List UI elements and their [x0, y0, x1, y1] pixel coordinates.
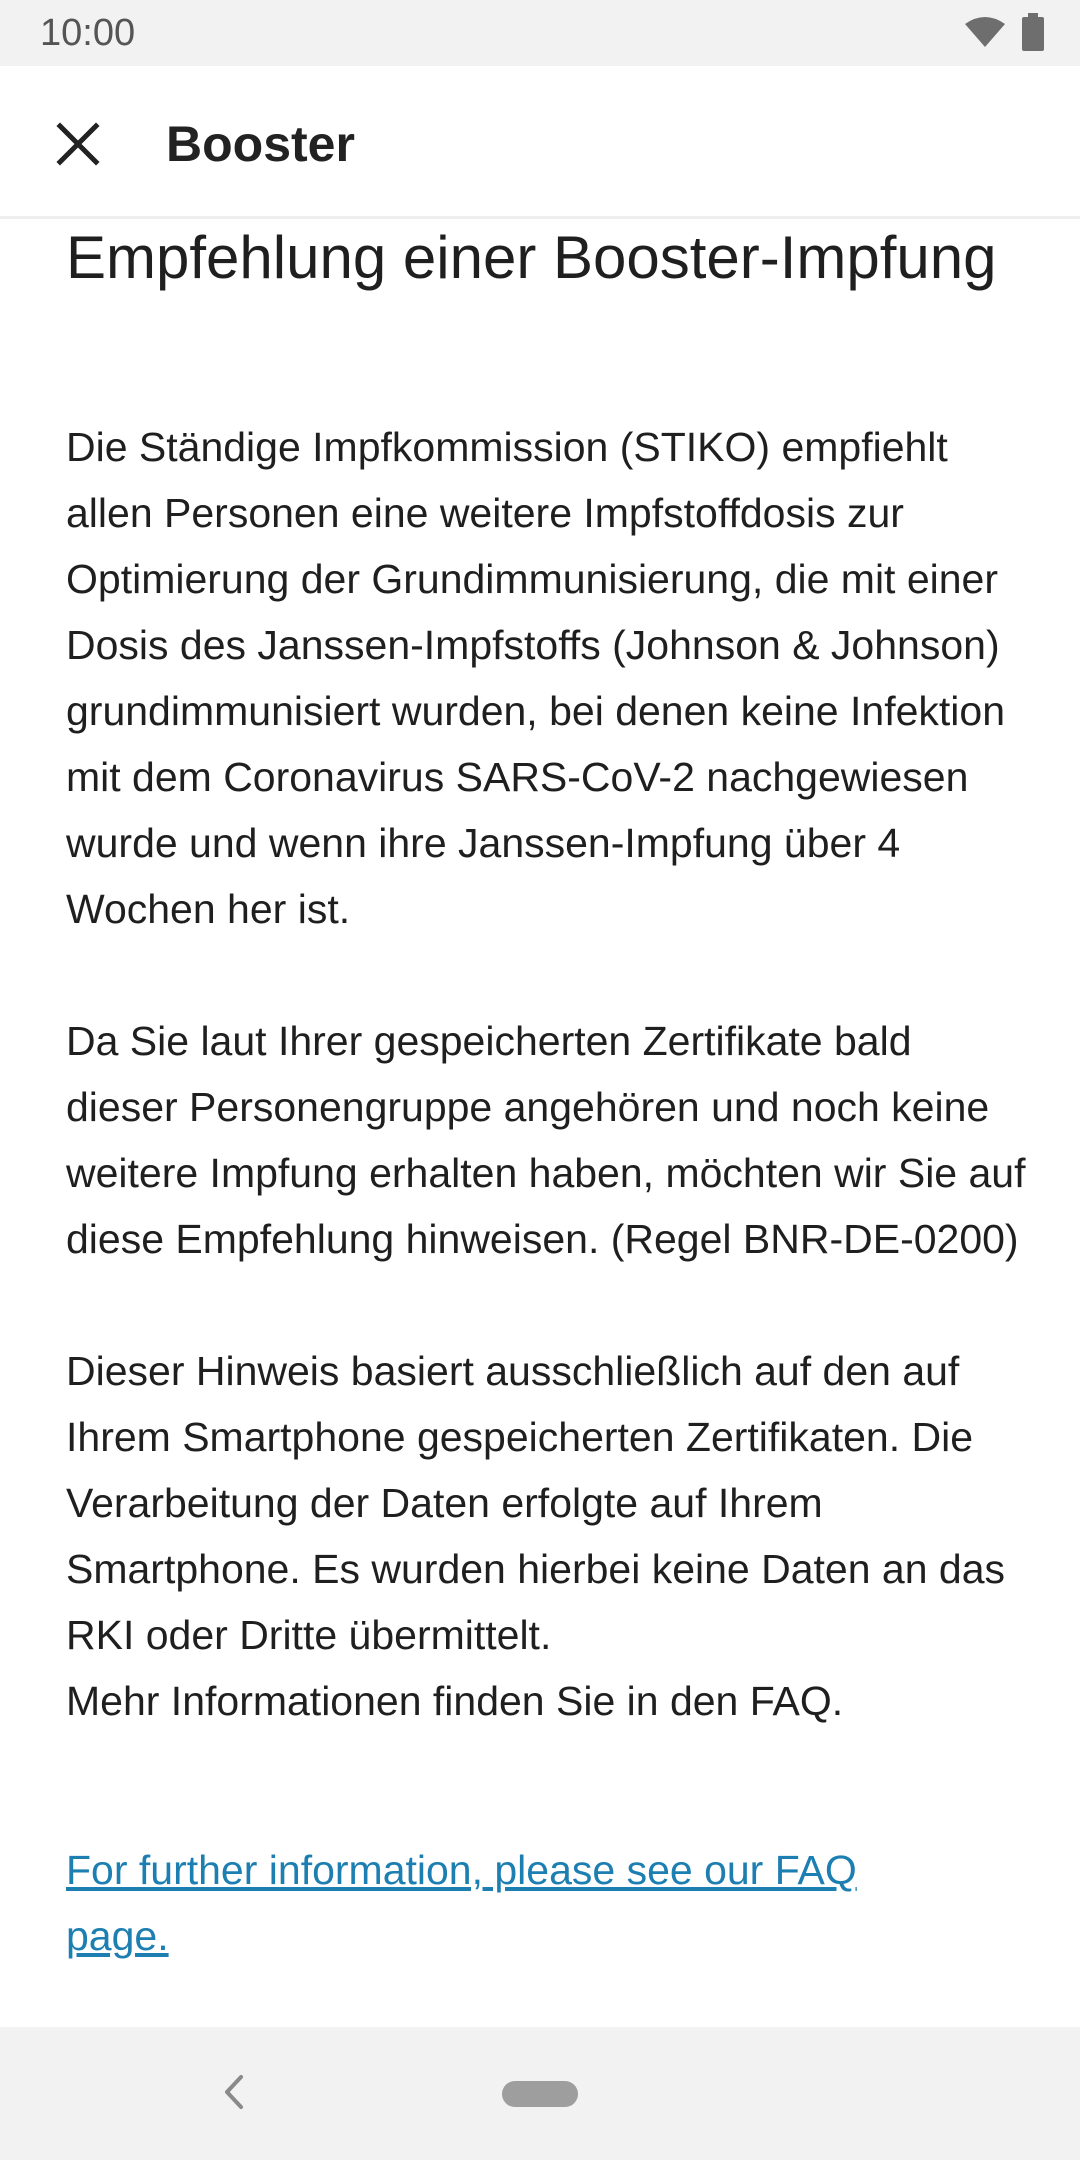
status-time: 10:00: [40, 12, 136, 54]
battery-icon: [1022, 12, 1044, 56]
headline: Empfehlung einer Booster-Impfung: [66, 224, 997, 291]
close-button[interactable]: [38, 106, 118, 186]
content-scroll-area[interactable]: Empfehlung einer Booster-Impfung Die Stä…: [0, 219, 1080, 2027]
page-title: Booster: [166, 116, 355, 172]
wifi-icon: [964, 16, 1006, 53]
status-icons: [964, 12, 1044, 56]
screen: 10:00 Booster Empfehlung einer Booster-I…: [0, 0, 1080, 2160]
back-button[interactable]: [212, 2069, 256, 2119]
faq-link[interactable]: For further information, please see our …: [66, 1837, 966, 1969]
close-icon: [56, 121, 100, 171]
status-bar: 10:00: [0, 0, 1080, 66]
app-bar: Booster: [0, 66, 1080, 219]
navigation-bar: [0, 2027, 1080, 2160]
home-pill-icon[interactable]: [502, 2081, 578, 2107]
body-text: Die Ständige Impfkommission (STIKO) empf…: [66, 424, 1026, 1724]
back-chevron-icon: [223, 2074, 245, 2115]
